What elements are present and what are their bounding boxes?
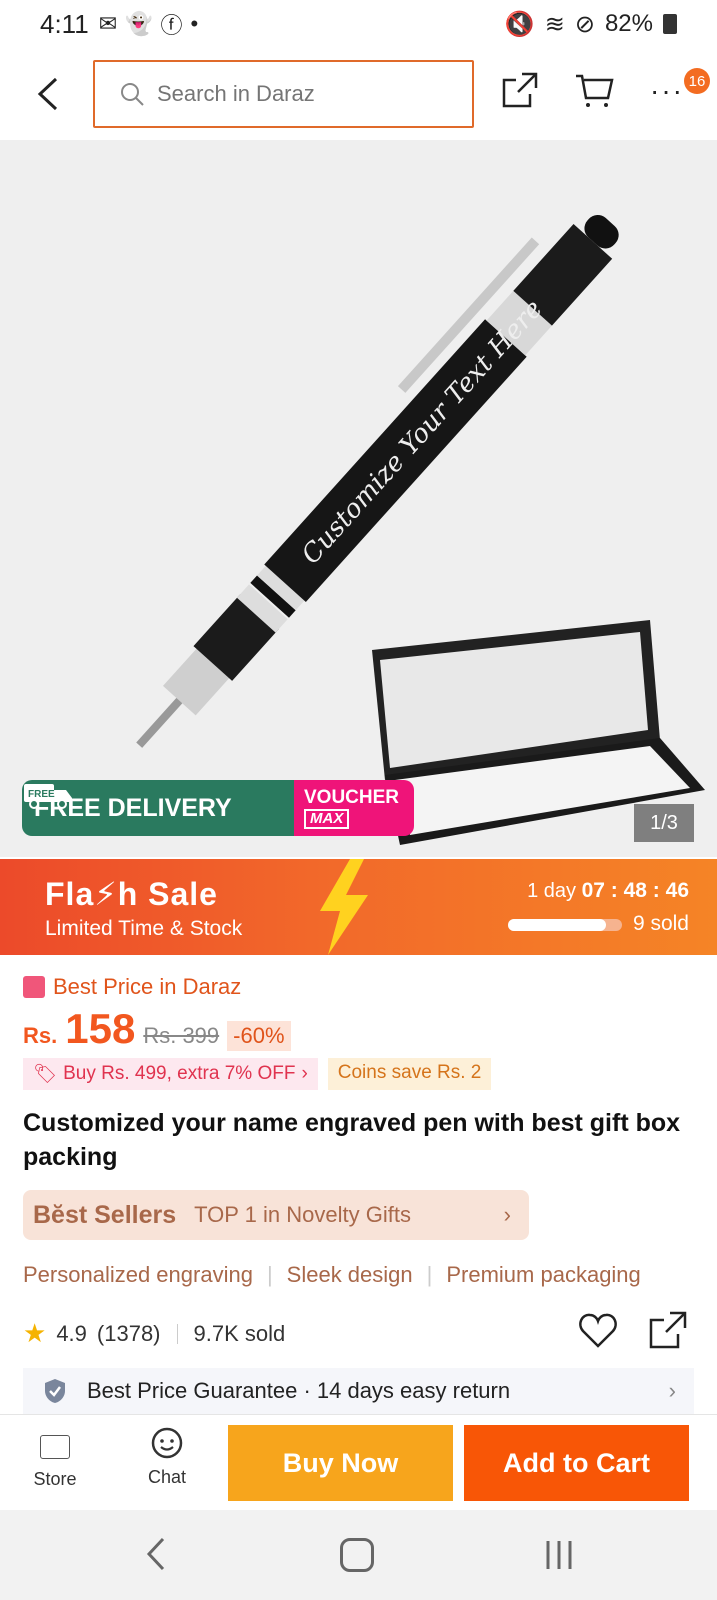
facebook-icon: ⓕ [160,13,183,38]
back-button[interactable] [28,74,68,114]
add-to-cart-button[interactable]: Add to Cart [464,1425,689,1501]
chevron-right-icon: › [668,1378,676,1403]
svg-text:Customize Your Text Here: Customize Your Text Here [296,294,549,570]
best-price-icon [23,976,45,998]
dnd-icon: ⊘ [574,10,595,38]
search-input[interactable] [157,81,417,107]
currency: Rs. [23,1023,58,1048]
flash-sold-count: 9 sold [632,912,689,935]
promo-tag-icon: 🏷 [33,1064,58,1085]
free-delivery-badge: FREE FREE DELIVERY [22,780,294,836]
pen-illustration: Customize Your Text Here [136,214,705,845]
countdown-time: 07 : 48 : 46 [581,879,689,902]
chat-icon [151,1427,183,1459]
image-counter: 1/3 [634,804,694,842]
voucher-max-badge: VOUCHER MAX [294,780,414,836]
price-row: Rs. 158 Rs. 399 -60% [23,1005,291,1053]
snapchat-icon: 👻 [125,11,153,36]
discount-badge: -60% [227,1021,291,1051]
chat-button[interactable]: Chat [134,1427,200,1497]
bottom-action-bar: Store Chat Buy Now Add to Cart [0,1414,717,1510]
feature-tag: Premium packaging [446,1262,641,1287]
buy-now-button[interactable]: Buy Now [228,1425,453,1501]
star-icon: ★ [23,1318,47,1348]
recents-icon [546,1541,572,1569]
sold-progress-fill [508,919,607,931]
promo-row: 🏷 Buy Rs. 499, extra 7% OFF › Coins save… [23,1058,492,1090]
svg-text:FREE: FREE [28,789,55,800]
voucher-label: VOUCHER [304,787,400,808]
bundle-promo[interactable]: 🏷 Buy Rs. 499, extra 7% OFF › [23,1058,318,1090]
shield-icon [45,1379,65,1403]
best-price-label: Best Price in Daraz [53,974,242,999]
search-icon [121,83,144,106]
chevron-right-icon: › [503,1202,511,1227]
feature-tag: Personalized engraving [23,1262,253,1287]
divider: | [426,1262,433,1287]
service-guarantee-row[interactable]: Best Price Guarantee · 14 days easy retu… [23,1368,694,1414]
truck-icon: FREE [24,784,72,809]
flash-sale-subtitle: Limited Time & Stock [45,917,243,940]
chevron-right-icon: › [301,1063,308,1084]
bestseller-label: Bĕst Sellers [33,1200,177,1229]
battery-percent: 82% [604,10,653,37]
system-home-button[interactable] [340,1538,374,1572]
flash-sale-banner[interactable]: Fla⚡h Sale Limited Time & Stock 1 day 07… [0,859,717,955]
system-recents-button[interactable] [544,1538,574,1572]
flash-sale-title: Fla⚡h Sale [45,876,218,912]
voucher-max-label: MAX [304,809,350,829]
divider [176,1323,178,1344]
chat-label: Chat [147,1467,187,1487]
bestseller-rank: TOP 1 in Novelty Gifts [194,1202,411,1227]
wishlist-button[interactable] [578,1310,618,1350]
system-nav-bar [0,1510,717,1600]
coins-promo[interactable]: Coins save Rs. 2 [327,1058,492,1090]
rating-value: 4.9 [56,1320,87,1346]
heart-icon [579,1313,617,1348]
cart-icon [576,74,614,107]
notification-badge: 16 [684,68,710,94]
search-box[interactable] [93,60,474,128]
feature-tags: Personalized engraving | Sleek design | … [23,1262,717,1288]
store-button[interactable]: Store [22,1427,88,1497]
countdown-days: 1 day [527,880,577,902]
guarantee-text: Best Price Guarantee · 14 days easy retu… [87,1378,511,1403]
store-logo [40,1435,70,1459]
battery-icon [663,14,677,34]
chevron-left-icon [37,77,58,111]
product-title: Customized your name engraved pen with b… [23,1109,681,1171]
share-icon [649,1311,687,1349]
rating-row[interactable]: ★ 4.9 (1378) 9.7K sold [23,1318,285,1349]
share-product-button[interactable] [648,1310,688,1350]
system-back-button[interactable] [146,1536,186,1576]
sold-progress-bar [508,919,622,931]
sold-count: 9.7K sold [193,1320,286,1346]
store-label: Store [33,1469,77,1489]
product-image[interactable]: Customize Your Text Here FREE FREE DELIV… [0,140,717,857]
share-button[interactable] [500,70,544,114]
mail-icon: ✉ [98,11,118,36]
current-price: 158 [65,1005,136,1052]
share-icon [502,72,538,108]
rating-count: (1378) [96,1320,161,1346]
original-price: Rs. 399 [143,1023,220,1048]
status-time: 4:11 [40,8,89,39]
chevron-left-icon [146,1537,165,1571]
best-price-tag: Best Price in Daraz [23,974,241,1000]
feature-tag: Sleek design [286,1262,413,1287]
mute-icon: 🔇 [504,10,535,38]
cart-button[interactable] [574,70,618,114]
bestseller-banner[interactable]: Bĕst Sellers TOP 1 in Novelty Gifts › [23,1190,529,1240]
bundle-promo-label: Buy Rs. 499, extra 7% OFF [63,1063,296,1084]
more-notifications-dot: • [190,11,199,36]
status-bar: 4:11 ✉ 👻 ⓕ • 🔇 ≋ ⊘ 82% [0,0,717,48]
notification-icons: ✉ 👻 ⓕ • [99,8,199,40]
divider: | [266,1262,273,1287]
lightning-icon [320,859,368,955]
wifi-icon: ≋ [544,10,565,38]
top-nav: ··· 16 [0,56,717,136]
flash-countdown: 1 day 07 : 48 : 46 [527,879,689,903]
